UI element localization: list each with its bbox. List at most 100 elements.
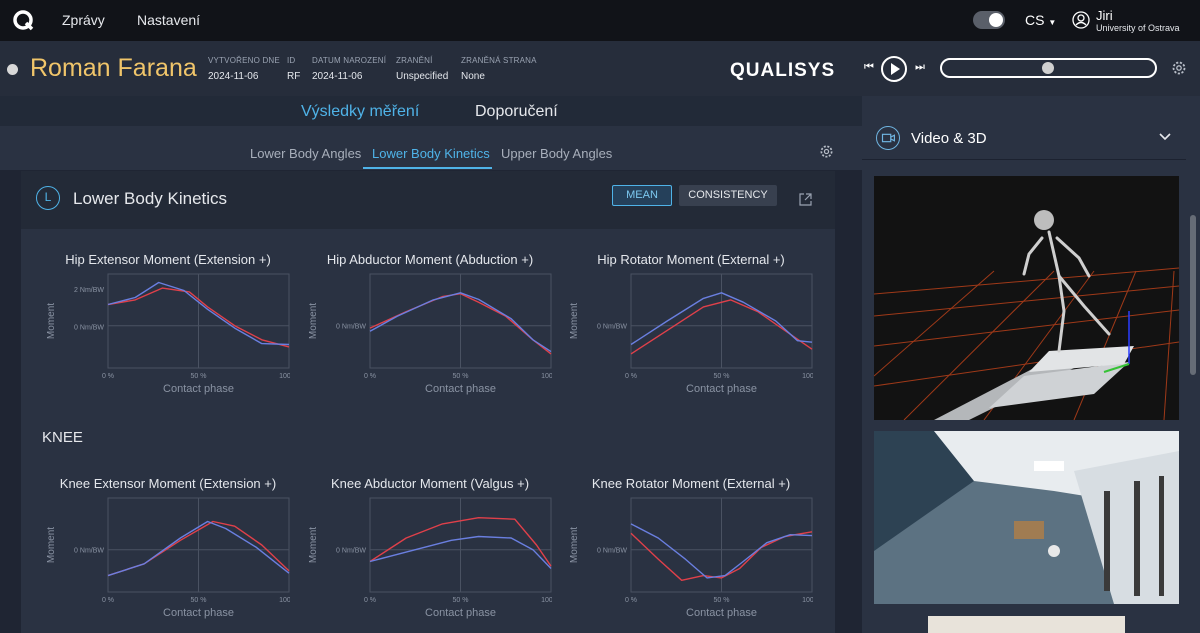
x-tick-label: 0 % (364, 597, 376, 604)
patient-name: Roman Farana (30, 54, 197, 82)
meta-key: ZRANĚNÍ (396, 56, 433, 65)
next-media-thumbnail[interactable] (928, 616, 1125, 633)
y-axis-label: Moment (46, 527, 57, 563)
y-tick-label: 0 Nm/BW (336, 548, 366, 555)
chart-title: Hip Extensor Moment (Extension +) (65, 252, 271, 267)
tab-results[interactable]: Výsledky měření (301, 103, 419, 121)
y-tick-label: 0 Nm/BW (74, 548, 104, 555)
meta-id: ID RF (287, 56, 300, 82)
chart-plot: Moment 0 Nm/BW 0 % 50 % 100 % Contact phase (46, 497, 290, 619)
tab-recommendations[interactable]: Doporučení (475, 103, 558, 121)
y-axis-label: Moment (308, 303, 319, 339)
meta-birthdate: DATUM NAROZENÍ 2024-11-06 (312, 56, 386, 82)
y-axis-label: Moment (46, 303, 57, 339)
meta-key: ID (287, 56, 296, 65)
y-tick-label: 0 Nm/BW (597, 548, 627, 555)
chart-5: Knee Abductor Moment (Valgus +) Moment 0 N… (308, 476, 552, 619)
y-tick-label: 0 Nm/BW (74, 325, 104, 332)
video-camera-icon (876, 126, 900, 150)
chevron-down-icon[interactable] (1158, 132, 1172, 142)
chart-plot: Moment 2 Nm/BW 0 Nm/BW 0 % 50 % 100 % Contact … (46, 273, 290, 395)
skip-back-icon[interactable]: ⏮ (864, 61, 874, 74)
theme-toggle[interactable] (973, 11, 1005, 29)
user-organization: University of Ostrava (1096, 23, 1180, 33)
consistency-button[interactable]: CONSISTENCY (679, 185, 777, 206)
status-dot (7, 64, 18, 75)
3d-skeleton-view[interactable] (874, 176, 1179, 420)
y-tick-label: 0 Nm/BW (597, 324, 627, 331)
chart-plot: Moment 0 Nm/BW 0 % 50 % 100 % Contact phase (308, 273, 552, 395)
subtab-upper-body-angles[interactable]: Upper Body Angles (501, 146, 612, 161)
meta-created: VYTVOŘENO DNE 2024-11-06 (208, 56, 280, 82)
x-tick-label: 50 % (191, 373, 207, 380)
x-tick-label: 0 % (625, 373, 637, 380)
user-icon[interactable] (1072, 11, 1090, 29)
meta-value: 2024-11-06 (208, 71, 259, 82)
chart-title: Hip Rotator Moment (External +) (597, 252, 785, 267)
mean-button[interactable]: MEAN (612, 185, 672, 206)
subtab-lower-body-angles[interactable]: Lower Body Angles (250, 146, 361, 161)
chart-plot: Moment 0 Nm/BW 0 % 50 % 100 % Contact phase (569, 497, 813, 619)
x-axis-label: Contact phase (686, 383, 757, 395)
gear-icon[interactable] (1171, 60, 1187, 76)
y-axis-label: Moment (569, 527, 580, 563)
camera-video-frame[interactable] (874, 431, 1179, 604)
nav-settings[interactable]: Nastavení (137, 12, 200, 28)
y-tick-label: 0 Nm/BW (336, 324, 366, 331)
meta-value: Unspecified (396, 71, 449, 82)
active-tab-indicator (363, 167, 492, 169)
settings-gear-icon[interactable] (819, 144, 834, 159)
subtab-lower-body-kinetics[interactable]: Lower Body Kinetics (372, 146, 490, 161)
y-tick-label: 2 Nm/BW (74, 287, 104, 294)
playback-timeline[interactable] (940, 58, 1157, 78)
x-tick-label: 50 % (714, 597, 730, 604)
toggle-knob (989, 13, 1003, 27)
skip-forward-icon[interactable]: ⏭ (915, 61, 925, 74)
x-tick-label: 50 % (453, 373, 469, 380)
meta-injured-side: ZRANĚNÁ STRANA None (461, 56, 537, 82)
video-3d-title: Video & 3D (911, 130, 987, 147)
y-axis-label: Moment (308, 527, 319, 563)
y-axis-label: Moment (569, 303, 580, 339)
chart-2: Hip Abductor Moment (Abduction +) Moment 0… (308, 252, 552, 395)
chart-plot: Moment 0 Nm/BW 0 % 50 % 100 % Contact phase (569, 273, 813, 395)
x-tick-label: 0 % (364, 373, 376, 380)
x-tick-label: 0 % (102, 597, 114, 604)
x-tick-label: 50 % (714, 373, 730, 380)
meta-injury: ZRANĚNÍ Unspecified (396, 56, 448, 82)
play-button[interactable] (881, 56, 907, 82)
language-select[interactable]: CS ▼ (1025, 12, 1056, 28)
x-tick-label: 0 % (102, 373, 114, 380)
external-link-icon[interactable] (799, 193, 812, 206)
timeline-thumb[interactable] (1042, 62, 1054, 74)
meta-key: VYTVOŘENO DNE (208, 56, 280, 65)
x-tick-label: 100 % (541, 597, 552, 604)
x-tick-label: 100 % (802, 597, 813, 604)
language-label: CS (1025, 12, 1045, 28)
x-tick-label: 50 % (191, 597, 207, 604)
x-tick-label: 100 % (802, 373, 813, 380)
user-name[interactable]: Jiri (1096, 8, 1113, 23)
x-axis-label: Contact phase (163, 607, 234, 619)
knee-section-title: KNEE (42, 429, 83, 446)
qualisys-q-logo-icon[interactable] (12, 9, 34, 31)
meta-value: RF (287, 71, 301, 82)
meta-value: 2024-11-06 (312, 71, 363, 82)
chart-1: Hip Extensor Moment (Extension +) Moment 2… (46, 252, 290, 395)
qualisys-logo: QUALISYS (730, 60, 836, 81)
chart-title: Knee Rotator Moment (External +) (591, 476, 791, 491)
x-tick-label: 100 % (541, 373, 552, 380)
panel-badge: L (36, 186, 60, 210)
chart-plot: Moment 0 Nm/BW 0 % 50 % 100 % Contact phase (308, 497, 552, 619)
x-tick-label: 0 % (625, 597, 637, 604)
chart-title: Knee Extensor Moment (Extension +) (59, 476, 277, 491)
caret-down-icon: ▼ (1048, 18, 1057, 27)
side-scrollbar[interactable] (1190, 215, 1196, 375)
chart-title: Hip Abductor Moment (Abduction +) (326, 252, 534, 267)
meta-key: DATUM NAROZENÍ (312, 56, 387, 65)
x-tick-label: 100 % (279, 597, 290, 604)
nav-messages[interactable]: Zprávy (62, 12, 105, 28)
x-axis-label: Contact phase (425, 607, 496, 619)
meta-value: None (461, 71, 485, 82)
chart-title: Knee Abductor Moment (Valgus +) (330, 476, 530, 491)
